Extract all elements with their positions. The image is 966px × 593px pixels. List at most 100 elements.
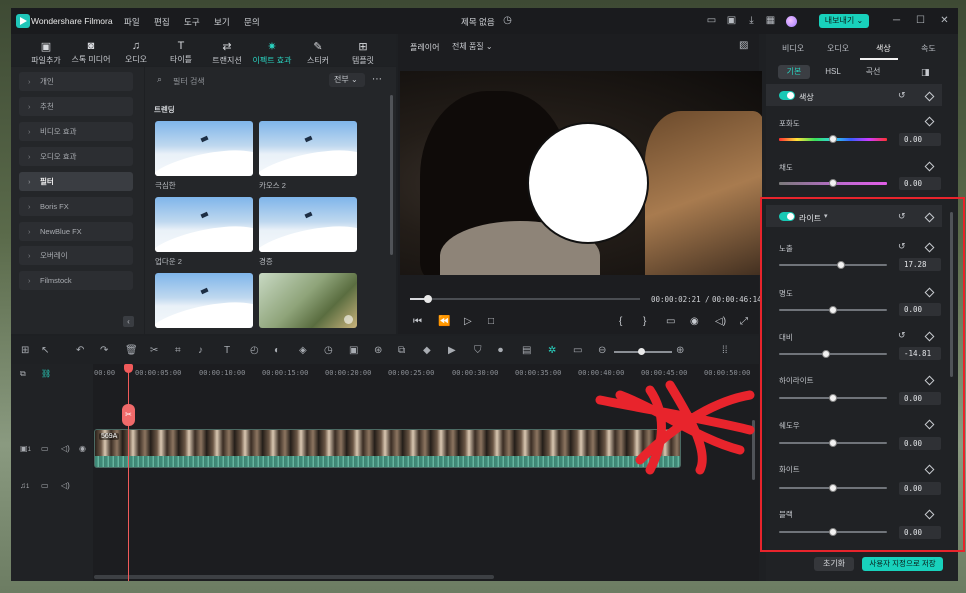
tool-transitions[interactable]: ⇄ 트랜지션 [207, 40, 247, 66]
mark-in-icon[interactable]: { [619, 316, 622, 327]
slider-knob[interactable] [829, 135, 837, 143]
eye-icon[interactable]: ◉ [79, 444, 86, 453]
quality-dropdown[interactable]: 전체 품질 ⌄ [452, 40, 518, 53]
tab-color[interactable]: 색상 [876, 43, 891, 54]
color-icon[interactable]: ◐ [274, 345, 280, 356]
compare-icon[interactable]: ◨ [921, 67, 930, 78]
color-toggle[interactable] [779, 91, 795, 100]
menu-tools[interactable]: 도구 [184, 16, 200, 28]
filter-dropdown[interactable]: 전부 ⌄ [329, 73, 365, 87]
delete-icon[interactable]: 🗑 [125, 345, 138, 356]
tab-video[interactable]: 비디오 [782, 43, 804, 54]
volume-icon[interactable]: ◁) [715, 316, 726, 327]
minimize-icon[interactable]: ─ [891, 15, 902, 26]
folder-icon[interactable]: ▭ [41, 444, 49, 453]
reset-button[interactable]: 초기화 [814, 557, 854, 571]
category-recommended[interactable]: 추천 [19, 97, 133, 116]
cut-icon[interactable]: ✂ [150, 345, 158, 356]
subtitle-icon[interactable]: ▭ [573, 345, 582, 356]
snapshot-tl-icon[interactable]: ▤ [522, 345, 531, 356]
crop-icon[interactable]: ⌗ [175, 345, 181, 356]
category-audio-effects[interactable]: 오디오 효과 [19, 147, 133, 166]
menu-file[interactable]: 파일 [124, 16, 140, 28]
shield-icon[interactable]: ⛉ [474, 345, 482, 356]
ai-icon[interactable]: ✲ [548, 345, 556, 356]
subtab-basic[interactable]: 기본 [778, 65, 810, 79]
select-arrow-icon[interactable]: ↖ [41, 345, 49, 356]
keyframe-icon[interactable]: ◆ [423, 345, 431, 356]
tool-audio[interactable]: ♫ 오디오 [121, 40, 151, 65]
library-scrollbar[interactable] [390, 95, 393, 255]
audio-split-icon[interactable]: ♪ [198, 345, 203, 356]
collapse-sidebar-icon[interactable]: ‹ [123, 316, 134, 327]
more-options-icon[interactable]: ⋯ [372, 74, 382, 85]
monitor-icon[interactable]: ▭ [706, 15, 717, 26]
fullscreen-icon[interactable]: ⤢ [740, 316, 748, 327]
param-value[interactable]: 0.00 [899, 133, 941, 146]
category-filmstock[interactable]: Filmstock [19, 271, 133, 290]
layout-icon[interactable]: ⊞ [21, 345, 29, 356]
zoom-out-icon[interactable]: ⊖ [598, 345, 606, 356]
slider-knob[interactable] [829, 179, 837, 187]
category-video-effects[interactable]: 비디오 효과 [19, 122, 133, 141]
export-button[interactable]: 내보내기 ⌄ [819, 14, 869, 28]
folder-icon[interactable]: ▭ [41, 481, 49, 490]
save-custom-button[interactable]: 사용자 지정으로 저장 [862, 557, 943, 571]
play-icon[interactable]: ▷ [464, 316, 472, 327]
grid-view-icon[interactable]: ⁞⁞ [722, 345, 728, 356]
speed-icon[interactable]: ◴ [250, 345, 259, 356]
category-boris-fx[interactable]: Boris FX [19, 197, 133, 216]
player-scrubber[interactable] [424, 295, 432, 303]
subtab-hsl[interactable]: HSL [818, 65, 848, 79]
filter-thumbnail[interactable] [155, 273, 253, 328]
maximize-icon[interactable]: ☐ [915, 15, 926, 26]
text-tool-icon[interactable]: T [224, 345, 230, 356]
step-back-icon[interactable]: ⏪ [438, 316, 450, 327]
motion-track-icon[interactable]: ⊛ [374, 345, 382, 356]
mark-out-icon[interactable]: } [643, 316, 646, 327]
playhead-line[interactable] [128, 368, 129, 581]
tab-speed[interactable]: 속도 [921, 43, 936, 54]
filter-thumbnail[interactable] [155, 121, 253, 176]
tab-audio[interactable]: 오디오 [827, 43, 849, 54]
camera-icon[interactable]: ◉ [690, 316, 699, 327]
filter-thumbnail[interactable] [259, 273, 357, 328]
render-icon[interactable]: ▶ [448, 345, 456, 356]
category-personal[interactable]: 개인 [19, 72, 133, 91]
param-value[interactable]: 0.00 [899, 177, 941, 190]
menu-edit[interactable]: 편집 [154, 16, 170, 28]
add-track-icon[interactable]: ⧉ [20, 369, 26, 379]
timer-icon[interactable]: ◷ [324, 345, 333, 356]
tool-stock-media[interactable]: ◙ 스톡 미디어 [68, 40, 114, 65]
zoom-in-icon[interactable]: ⊕ [676, 345, 684, 356]
player-progress-track[interactable] [410, 298, 640, 300]
category-filters[interactable]: 필터 [19, 172, 133, 191]
grid-icon[interactable]: ▦ [765, 15, 776, 26]
category-newblue-fx[interactable]: NewBlue FX [19, 222, 133, 241]
stabilize-icon[interactable]: ⧉ [398, 345, 405, 356]
tool-effects[interactable]: ✷ 이펙트 효과 [250, 40, 294, 66]
category-overlay[interactable]: 오버레이 [19, 246, 133, 265]
close-icon[interactable]: ✕ [939, 15, 950, 26]
mask-icon[interactable]: ◈ [299, 345, 307, 356]
tool-templates[interactable]: ⊞ 템플릿 [346, 40, 380, 66]
account-avatar[interactable] [786, 16, 797, 27]
redo-icon[interactable]: ↷ [100, 345, 108, 356]
menu-view[interactable]: 보기 [214, 16, 230, 28]
fit-icon[interactable]: ▣ [349, 345, 358, 356]
track-volume-icon[interactable]: ◁) [61, 444, 70, 453]
snapshot-icon[interactable]: ▨ [739, 40, 748, 51]
tool-import[interactable]: ▣ 파일추가 [28, 40, 64, 66]
display-icon[interactable]: ▭ [666, 316, 675, 327]
mic-icon[interactable]: ⏺ [498, 345, 503, 356]
tool-titles[interactable]: T 타이틀 [166, 40, 196, 65]
menu-help[interactable]: 문의 [244, 16, 260, 28]
search-input[interactable]: 필터 검색 [173, 76, 323, 87]
tool-stickers[interactable]: ✎ 스티커 [302, 40, 334, 66]
zoom-slider-knob[interactable] [638, 348, 645, 355]
playhead-handle[interactable] [124, 364, 133, 373]
split-marker-icon[interactable]: ✂ [122, 404, 135, 426]
link-icon[interactable]: ⛓ [41, 369, 51, 378]
previous-frame-icon[interactable]: ⏮ [413, 316, 422, 327]
filter-thumbnail[interactable] [155, 197, 253, 252]
